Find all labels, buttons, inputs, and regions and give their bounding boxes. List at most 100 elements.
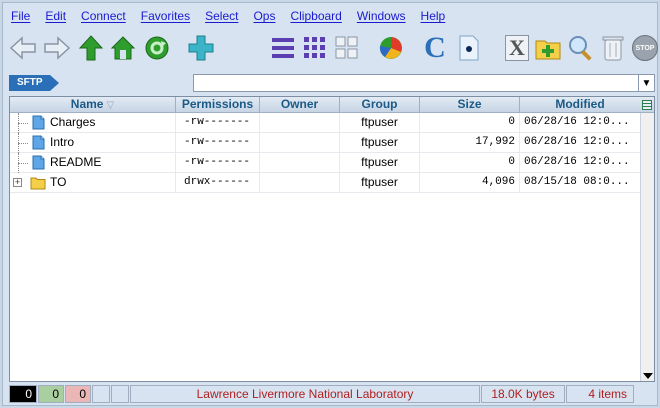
forward-arrow-icon bbox=[44, 36, 71, 60]
file-icon bbox=[32, 135, 45, 150]
status-slot bbox=[92, 385, 110, 403]
group-cell: ftpuser bbox=[340, 173, 420, 193]
search-icon bbox=[569, 36, 592, 61]
file-name: README bbox=[50, 155, 102, 169]
permissions-cell: -rw------- bbox=[176, 153, 260, 173]
refresh-button[interactable] bbox=[141, 31, 173, 65]
toolbar: C X STOP bbox=[7, 31, 660, 69]
permissions-cell: -rw------- bbox=[176, 133, 260, 153]
menu-favorites[interactable]: Favorites bbox=[133, 7, 197, 27]
column-header-permissions[interactable]: Permissions bbox=[176, 97, 260, 113]
size-cell: 17,992 bbox=[420, 133, 520, 153]
menu-connect[interactable]: Connect bbox=[73, 7, 133, 27]
forward-button[interactable] bbox=[41, 31, 73, 65]
status-count-pink: 0 bbox=[65, 385, 91, 403]
list-view-button[interactable] bbox=[267, 31, 299, 65]
status-slot bbox=[111, 385, 129, 403]
small-icons-view-icon bbox=[335, 36, 358, 59]
table-row[interactable]: README -rw------- ftpuser 0 06/28/16 12:… bbox=[10, 153, 640, 173]
path-bar: SFTP ▼ bbox=[9, 73, 655, 93]
tree-connector bbox=[18, 163, 28, 164]
list-view-icon bbox=[272, 38, 294, 58]
up-arrow-icon bbox=[78, 35, 104, 61]
modified-cell: 06/28/16 12:0... bbox=[524, 156, 630, 168]
menu-file[interactable]: File bbox=[3, 7, 37, 27]
status-bar: 0 0 0 Lawrence Livermore National Labora… bbox=[9, 385, 655, 403]
column-header-group[interactable]: Group bbox=[340, 97, 420, 113]
x-button[interactable]: X bbox=[501, 31, 533, 65]
menu-help[interactable]: Help bbox=[413, 7, 453, 27]
column-header-size[interactable]: Size bbox=[420, 97, 520, 113]
home-button[interactable] bbox=[107, 31, 139, 65]
path-dropdown-button[interactable]: ▼ bbox=[639, 74, 655, 92]
modified-cell: 06/28/16 12:0... bbox=[524, 116, 630, 128]
menu-ops[interactable]: Ops bbox=[245, 7, 282, 27]
status-count-green: 0 bbox=[38, 385, 64, 403]
small-icons-button[interactable] bbox=[331, 31, 363, 65]
main-window: File Edit Connect Favorites Select Ops C… bbox=[2, 2, 658, 406]
back-button[interactable] bbox=[7, 31, 39, 65]
file-name: Intro bbox=[50, 135, 75, 149]
column-chooser-icon bbox=[642, 99, 652, 110]
connect-button[interactable] bbox=[185, 31, 217, 65]
permissions-cell: -rw------- bbox=[176, 113, 260, 133]
expand-toggle-icon[interactable]: + bbox=[13, 178, 22, 187]
path-input[interactable] bbox=[193, 74, 639, 92]
file-info-icon bbox=[459, 35, 479, 61]
tree-connector bbox=[18, 143, 28, 144]
connect-plus-icon bbox=[188, 35, 214, 61]
file-info-button[interactable] bbox=[453, 31, 485, 65]
icon-view-icon bbox=[304, 37, 325, 58]
table-body: Charges -rw------- ftpuser 0 06/28/16 12… bbox=[10, 113, 640, 193]
file-name-cell: Charges bbox=[10, 113, 176, 133]
scroll-down-icon[interactable] bbox=[643, 373, 653, 379]
column-header-modified[interactable]: Modified bbox=[520, 97, 640, 113]
table-row[interactable]: Charges -rw------- ftpuser 0 06/28/16 12… bbox=[10, 113, 640, 133]
file-name: TO bbox=[50, 175, 67, 189]
size-cell: 0 bbox=[420, 153, 520, 173]
icon-view-button[interactable] bbox=[299, 31, 331, 65]
column-chooser-button[interactable] bbox=[640, 97, 654, 113]
menu-select[interactable]: Select bbox=[197, 7, 245, 27]
column-header-name-label: Name bbox=[70, 97, 104, 111]
disk-usage-button[interactable] bbox=[375, 31, 407, 65]
pie-chart-icon bbox=[379, 37, 402, 59]
owner-cell bbox=[260, 133, 340, 153]
up-button[interactable] bbox=[75, 31, 107, 65]
file-name-cell: + TO bbox=[10, 173, 176, 193]
table-header: Name ▽ Permissions Owner Group Size Modif… bbox=[10, 97, 640, 113]
size-cell: 0 bbox=[420, 113, 520, 133]
owner-cell bbox=[260, 173, 340, 193]
group-cell: ftpuser bbox=[340, 133, 420, 153]
tree-connector bbox=[18, 123, 28, 124]
new-folder-icon bbox=[535, 40, 561, 60]
menu-windows[interactable]: Windows bbox=[349, 7, 413, 27]
search-button[interactable] bbox=[565, 31, 597, 65]
modified-cell: 06/28/16 12:0... bbox=[524, 136, 630, 148]
stop-button[interactable]: STOP bbox=[629, 31, 660, 65]
table-row[interactable]: + TO drwx------ ftpuser 4,096 08/15/18 0… bbox=[10, 173, 640, 193]
trash-icon bbox=[602, 36, 624, 61]
table-row[interactable]: Intro -rw------- ftpuser 17,992 06/28/16… bbox=[10, 133, 640, 153]
menu-bar: File Edit Connect Favorites Select Ops C… bbox=[3, 7, 657, 27]
file-name-cell: README bbox=[10, 153, 176, 173]
sort-indicator-icon: ▽ bbox=[106, 100, 115, 111]
folder-icon bbox=[30, 177, 46, 190]
column-header-owner[interactable]: Owner bbox=[260, 97, 340, 113]
column-header-name[interactable]: Name ▽ bbox=[10, 97, 176, 113]
home-icon bbox=[110, 36, 136, 60]
size-cell: 4,096 bbox=[420, 173, 520, 193]
vertical-scrollbar[interactable] bbox=[640, 113, 654, 381]
group-cell: ftpuser bbox=[340, 153, 420, 173]
owner-cell bbox=[260, 153, 340, 173]
stop-icon-label: STOP bbox=[635, 44, 655, 52]
menu-edit[interactable]: Edit bbox=[37, 7, 73, 27]
menu-clipboard[interactable]: Clipboard bbox=[282, 7, 348, 27]
file-icon bbox=[32, 155, 45, 170]
chevron-down-icon: ▼ bbox=[641, 77, 652, 89]
status-items: 4 items bbox=[566, 385, 634, 403]
new-folder-button[interactable] bbox=[533, 31, 565, 65]
c-button[interactable]: C bbox=[419, 31, 451, 65]
trash-button[interactable] bbox=[597, 31, 629, 65]
stop-icon: STOP bbox=[632, 35, 658, 61]
